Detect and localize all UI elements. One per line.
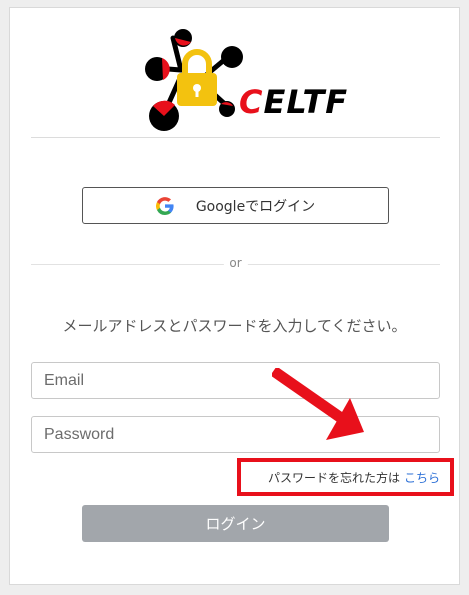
lock-network-icon <box>145 29 243 131</box>
brand-name: CELTF <box>239 83 349 121</box>
or-divider: or <box>31 256 440 270</box>
forgot-password-text: パスワードを忘れた方は <box>267 470 400 485</box>
celtf-logo: CELTF <box>135 28 350 133</box>
forgot-password-highlight: パスワードを忘れた方は こちら <box>237 458 454 496</box>
google-login-label: Googleでログイン <box>195 198 316 215</box>
google-g-icon <box>155 196 174 215</box>
or-label: or <box>223 256 248 270</box>
header-divider <box>31 137 440 138</box>
login-card: CELTF Googleでログイン or メールアドレスとパスワードを入力してく… <box>9 7 460 585</box>
login-button[interactable]: ログイン <box>82 505 389 542</box>
password-input[interactable] <box>31 416 440 453</box>
login-instruction: メールアドレスとパスワードを入力してください。 <box>62 317 407 335</box>
forgot-password-link[interactable]: こちら <box>404 469 440 486</box>
google-login-button[interactable]: Googleでログイン <box>82 187 389 224</box>
email-input[interactable] <box>31 362 440 399</box>
red-arrow-annotation-icon <box>272 368 364 440</box>
